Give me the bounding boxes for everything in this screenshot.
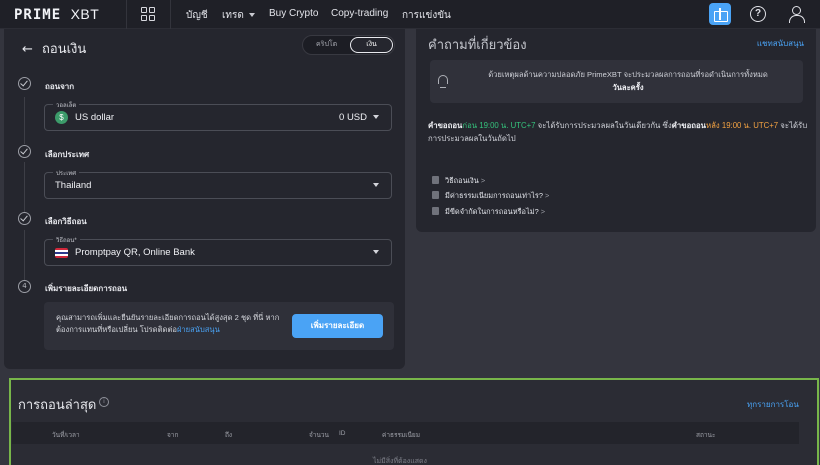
document-icon [432, 207, 439, 215]
step-country-title: เลือกประเทศ [45, 150, 90, 159]
notice-text: ด้วยเหตุผลด้านความปลอดภัย PrimeXBT จะประ… [488, 70, 768, 92]
support-link[interactable]: ฝ่ายสนับสนุน [177, 325, 220, 334]
document-icon [432, 191, 439, 199]
back-button[interactable]: ← ถอนเงิน [22, 38, 86, 59]
faq-title: คำถามที่เกี่ยวข้อง [428, 38, 527, 53]
column-fee[interactable]: ค่าธรรมเนียม [382, 430, 420, 440]
step-complete-icon [18, 77, 31, 90]
faq-item[interactable]: มีขีดจำกัดในการถอนหรือไม่? > [432, 206, 545, 218]
faq-item[interactable]: มีค่าธรรมเนียมการถอนเท่าไร? > [432, 190, 549, 202]
add-details-button[interactable]: เพิ่มรายละเอียด [292, 314, 383, 338]
chevron-down-icon [248, 13, 255, 17]
page-title: ถอนเงิน [42, 42, 87, 57]
chevron-down-icon [373, 115, 379, 119]
bell-icon [438, 75, 448, 88]
faq-panel: คำถามที่เกี่ยวข้อง แชทสนับสนุน ด้วยเหตุผ… [416, 29, 816, 232]
step-complete-icon [18, 145, 31, 158]
thailand-flag-icon [55, 248, 68, 258]
primexbt-logo[interactable]: PRIME XBT [14, 6, 99, 23]
nav-divider [170, 0, 171, 29]
chevron-down-icon [373, 183, 379, 187]
wallet-select[interactable]: วอลเล็ต $ US dollar 0 USD [44, 100, 392, 131]
method-label: วิธีถอน* [53, 235, 80, 245]
step-from-title: ถอนจาก [45, 82, 75, 91]
method-value: Promptpay QR, Online Bank [75, 247, 195, 258]
chat-support-link[interactable]: แชทสนับสนุน [757, 37, 804, 50]
gift-icon[interactable] [709, 3, 731, 25]
column-status[interactable]: สถานะ [696, 430, 716, 440]
empty-state-text: ไม่มีสิ่งที่ต้องแสดง [373, 458, 427, 465]
nav-trade-label: เทรด [222, 10, 244, 21]
chevron-down-icon [373, 250, 379, 254]
recent-withdrawals-title: การถอนล่าสุด [18, 398, 97, 413]
country-value: Thailand [55, 180, 92, 191]
nav-account[interactable]: บัญชี [186, 8, 208, 23]
details-description: คุณสามารถเพิ่มและยืนยันรายละเอียดการถอนไ… [56, 313, 280, 334]
method-select[interactable]: วิธีถอน* Promptpay QR, Online Bank [44, 235, 392, 266]
column-from[interactable]: จาก [167, 430, 178, 440]
logo-prime-text: PRIME [14, 7, 62, 23]
step-method-title: เลือกวิธีถอน [45, 217, 87, 226]
tab-fiat[interactable]: เงิน [350, 37, 393, 53]
nav-trade[interactable]: เทรด [222, 8, 255, 23]
column-to[interactable]: ถึง [225, 430, 232, 440]
step-details-title: เพิ่มรายละเอียดการถอน [45, 284, 128, 293]
nav-divider [126, 0, 127, 29]
document-icon [432, 176, 439, 184]
column-date[interactable]: วันที่/เวลา [52, 430, 80, 440]
user-icon[interactable] [788, 5, 805, 23]
step-connector [24, 230, 25, 280]
top-navigation-bar: PRIME XBT บัญชี เทรด Buy Crypto Copy-tra… [0, 0, 820, 29]
country-select[interactable]: ประเทศ Thailand [44, 168, 392, 199]
faq-item[interactable]: วิธีถอนเงิน > [432, 175, 485, 187]
method-dropdown [367, 247, 379, 258]
step-number-badge: 4 [18, 280, 31, 293]
info-icon[interactable]: i [99, 397, 109, 407]
help-icon[interactable]: ? [750, 6, 766, 22]
column-amount[interactable]: จำนวน [309, 430, 329, 440]
tab-crypto[interactable]: คริปโต [316, 39, 337, 50]
dollar-icon: $ [55, 111, 68, 124]
withdraw-panel: ← ถอนเงิน คริปโต เงิน ถอนจาก วอลเล็ต $ U… [4, 29, 405, 369]
step-connector [24, 97, 25, 144]
logo-xbt-text: XBT [70, 6, 100, 22]
nav-copy-trading[interactable]: Copy-trading [331, 8, 388, 19]
table-header: วันที่/เวลา จาก ถึง จำนวน ID ค่าธรรมเนีย… [12, 422, 799, 444]
arrow-left-icon: ← [22, 42, 33, 57]
recent-withdrawals-section: การถอนล่าสุด i ทุกรายการโอน วันที่/เวลา … [9, 378, 819, 465]
withdraw-type-toggle: คริปโต เงิน [302, 35, 395, 55]
wallet-value: US dollar [75, 112, 115, 123]
column-id[interactable]: ID [339, 430, 346, 437]
wallet-label: วอลเล็ต [53, 100, 80, 110]
withdraw-details-box: คุณสามารถเพิ่มและยืนยันรายละเอียดการถอนไ… [44, 302, 394, 350]
security-notice: ด้วยเหตุผลด้านความปลอดภัย PrimeXBT จะประ… [430, 60, 803, 103]
processing-time-info: คำขอถอนก่อน 19:00 น. UTC+7 จะได้รับการปร… [428, 121, 808, 143]
nav-competition[interactable]: การแข่งขัน [402, 8, 451, 23]
apps-grid-icon[interactable] [141, 7, 155, 21]
country-label: ประเทศ [53, 168, 80, 178]
nav-buy-crypto[interactable]: Buy Crypto [269, 8, 318, 19]
step-connector [24, 162, 25, 213]
wallet-balance: 0 USD [339, 112, 379, 123]
all-transfers-link[interactable]: ทุกรายการโอน [747, 398, 799, 411]
step-complete-icon [18, 212, 31, 225]
country-dropdown [367, 180, 379, 191]
